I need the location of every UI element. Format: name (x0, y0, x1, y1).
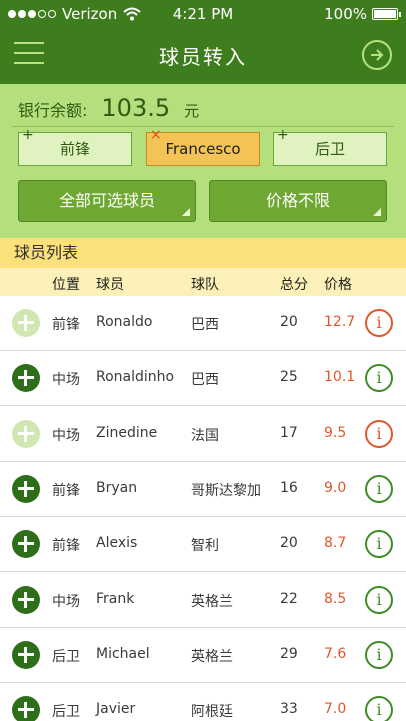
plus-icon: + (22, 127, 34, 143)
column-position: 位置 (52, 277, 80, 293)
cell-player: Ronaldo (96, 314, 153, 330)
arrow-right-circle-icon[interactable] (362, 40, 392, 70)
position-tab-defender[interactable]: + 后卫 (273, 128, 387, 166)
cell-price: 12.7 (324, 314, 356, 330)
cell-price: 9.5 (324, 424, 347, 441)
cell-score: 22 (280, 590, 298, 607)
bank-balance: 银行余额: 103.5 元 (18, 94, 199, 122)
cell-score: 17 (280, 424, 298, 441)
balance-value: 103.5 (101, 94, 171, 122)
plus-circle-icon[interactable] (12, 530, 40, 559)
plus-circle-icon[interactable] (12, 364, 40, 393)
cell-team: 英格兰 (191, 648, 233, 665)
cell-player: Zinedine (96, 424, 158, 441)
position-tab-label: 后卫 (314, 140, 345, 158)
cell-team: 巴西 (191, 317, 219, 333)
plus-circle-icon[interactable] (12, 474, 40, 503)
info-circle-icon[interactable]: i (365, 585, 393, 614)
cell-team: 哥斯达黎加 (191, 482, 261, 499)
table-row[interactable]: 后卫 Michael 英格兰 29 7.6 i (0, 627, 406, 683)
info-circle-icon[interactable]: i (365, 530, 393, 559)
cell-score: 29 (280, 645, 298, 662)
cell-score: 20 (280, 535, 298, 552)
cell-team: 巴西 (191, 372, 219, 389)
position-tab-label: 前锋 (59, 140, 90, 158)
player-filter-button[interactable]: 全部可选球员 (18, 180, 196, 222)
table-row[interactable]: 后卫 Javier 阿根廷 33 7.0 i (0, 683, 406, 721)
position-tab-label: Francesco (165, 140, 241, 158)
table-row[interactable]: 前锋 Ronaldo 巴西 20 12.7 i (0, 296, 406, 351)
cell-score: 25 (280, 369, 298, 386)
cell-player: Ronaldinho (96, 369, 175, 386)
info-circle-icon[interactable]: i (365, 640, 393, 669)
dropdown-corner-icon (373, 208, 381, 216)
cell-price: 10.1 (324, 369, 356, 386)
plus-circle-icon[interactable] (12, 419, 40, 448)
balance-label: 银行余额: (18, 101, 88, 120)
cell-player: Javier (96, 701, 136, 718)
cell-score: 33 (280, 701, 298, 718)
cell-player: Alexis (96, 535, 138, 552)
info-circle-icon[interactable]: i (365, 419, 393, 448)
table-row[interactable]: 前锋 Bryan 哥斯达黎加 16 9.0 i (0, 461, 406, 517)
player-filter-label: 全部可选球员 (58, 191, 155, 210)
navigation-bar: 球员转入 (0, 28, 406, 84)
cell-score: 20 (280, 314, 298, 330)
transfer-panel: 银行余额: 103.5 元 + 前锋 × Francesco + 后卫 全部可选… (0, 84, 406, 238)
price-filter-label: 价格不限 (265, 191, 330, 210)
cell-player: Michael (96, 645, 150, 662)
cell-score: 16 (280, 479, 298, 496)
balance-unit: 元 (184, 102, 200, 120)
table-row[interactable]: 前锋 Alexis 智利 20 8.7 i (0, 517, 406, 573)
table-row[interactable]: 中场 Ronaldinho 巴西 25 10.1 i (0, 351, 406, 407)
section-title: 球员列表 (0, 238, 406, 268)
plus-circle-icon[interactable] (12, 640, 40, 669)
cell-price: 7.6 (324, 645, 347, 662)
cell-position: 前锋 (52, 482, 80, 499)
column-player: 球员 (96, 277, 124, 293)
divider (12, 126, 394, 127)
cell-price: 8.7 (324, 535, 347, 552)
info-circle-icon[interactable]: i (365, 696, 393, 721)
info-circle-icon[interactable]: i (365, 364, 393, 393)
plus-circle-icon[interactable] (12, 696, 40, 721)
cell-team: 法国 (191, 427, 219, 444)
column-score: 总分 (280, 277, 308, 293)
status-bar: Verizon 4:21 PM 100% (0, 0, 406, 28)
cell-position: 前锋 (52, 317, 80, 333)
price-filter-button[interactable]: 价格不限 (209, 180, 387, 222)
table-header: 位置 球员 球队 总分 价格 (0, 268, 406, 296)
column-team: 球队 (191, 277, 219, 293)
page-title: 球员转入 (159, 45, 247, 69)
cell-position: 中场 (52, 593, 80, 610)
plus-circle-icon[interactable] (12, 309, 40, 337)
cell-position: 后卫 (52, 704, 80, 721)
table-row[interactable]: 中场 Zinedine 法国 17 9.5 i (0, 406, 406, 462)
position-tab-forward[interactable]: + 前锋 (18, 128, 132, 166)
cell-position: 中场 (52, 372, 80, 389)
cell-price: 8.5 (324, 590, 347, 607)
position-tab-selected[interactable]: × Francesco (146, 128, 260, 166)
cell-position: 中场 (52, 427, 80, 444)
close-icon: × (150, 127, 162, 143)
cell-player: Frank (96, 590, 135, 607)
battery-info: 100% (324, 5, 401, 23)
cell-price: 9.0 (324, 479, 347, 496)
battery-icon (372, 8, 401, 20)
plus-icon: + (277, 127, 289, 143)
dropdown-corner-icon (182, 208, 190, 216)
cell-team: 英格兰 (191, 593, 233, 610)
cell-team: 阿根廷 (191, 704, 233, 721)
cell-position: 后卫 (52, 648, 80, 665)
info-circle-icon[interactable]: i (365, 474, 393, 503)
table-row[interactable]: 中场 Frank 英格兰 22 8.5 i (0, 572, 406, 628)
battery-percent: 100% (324, 5, 367, 23)
cell-team: 智利 (191, 538, 219, 555)
cell-position: 前锋 (52, 538, 80, 555)
column-price: 价格 (324, 277, 352, 293)
cell-player: Bryan (96, 479, 138, 496)
cell-price: 7.0 (324, 701, 347, 718)
info-circle-icon[interactable]: i (365, 309, 393, 337)
plus-circle-icon[interactable] (12, 585, 40, 614)
